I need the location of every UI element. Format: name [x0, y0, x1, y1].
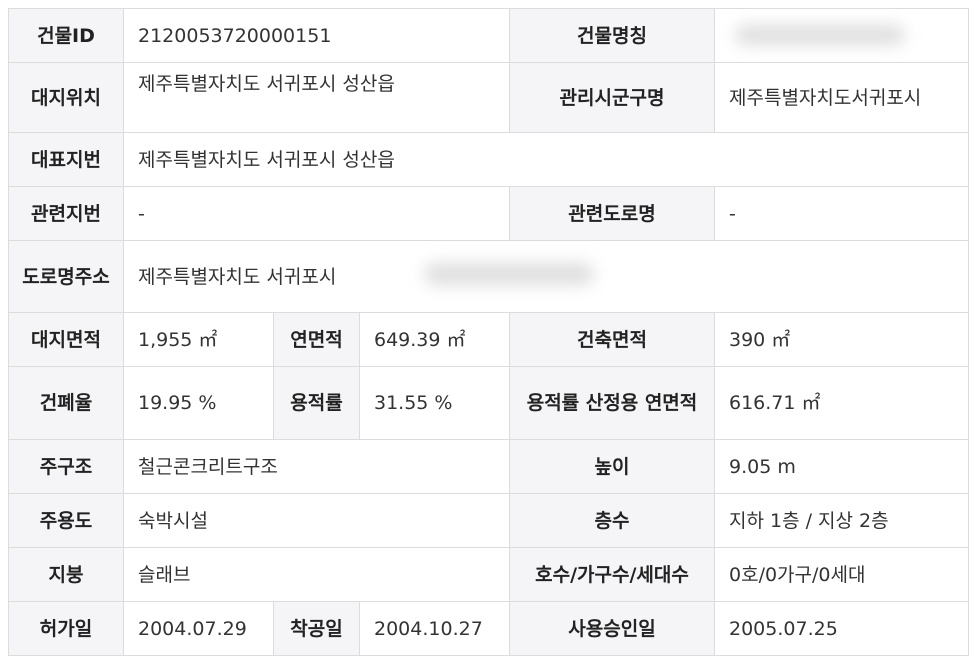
- far-floor-area-value: 616.71 ㎡: [714, 366, 969, 440]
- table-row: 지붕 슬래브 호수/가구수/세대수 0호/0가구/0세대: [8, 547, 969, 602]
- table-row: 관련지번 - 관련도로명 -: [8, 186, 969, 241]
- main-lot-label: 대표지번: [8, 132, 124, 187]
- units-value: 0호/0가구/0세대: [714, 547, 969, 602]
- floor-area-ratio-label: 용적률: [273, 366, 360, 440]
- floor-area-ratio-value: 31.55 %: [359, 366, 510, 440]
- table-row: 도로명주소 제주특별자치도 서귀포시: [8, 240, 969, 313]
- roof-value: 슬래브: [123, 547, 510, 602]
- construction-start-value: 2004.10.27: [359, 601, 510, 656]
- building-info-panel: 건물ID 2120053720000151 건물명칭 대지위치 제주특별자치도 …: [8, 8, 969, 656]
- building-area-value: 390 ㎡: [714, 312, 969, 367]
- redacted-blur: [424, 263, 594, 285]
- building-info-table: 건물ID 2120053720000151 건물명칭 대지위치 제주특별자치도 …: [8, 8, 969, 656]
- permit-date-label: 허가일: [8, 601, 124, 656]
- building-id-label: 건물ID: [8, 8, 124, 63]
- table-row: 허가일 2004.07.29 착공일 2004.10.27 사용승인일 2005…: [8, 601, 969, 656]
- main-use-label: 주용도: [8, 493, 124, 548]
- road-address-label: 도로명주소: [8, 240, 124, 313]
- total-floor-area-label: 연면적: [273, 312, 360, 367]
- construction-start-label: 착공일: [273, 601, 360, 656]
- site-location-label: 대지위치: [8, 62, 124, 133]
- coverage-ratio-label: 건폐율: [8, 366, 124, 440]
- building-area-label: 건축면적: [509, 312, 715, 367]
- main-use-value: 숙박시설: [123, 493, 510, 548]
- table-row: 대지위치 제주특별자치도 서귀포시 성산읍 관리시군구명 제주특별자치도서귀포시: [8, 62, 969, 133]
- height-value: 9.05 m: [714, 439, 969, 494]
- floors-value: 지하 1층 / 지상 2층: [714, 493, 969, 548]
- building-id-value: 2120053720000151: [123, 8, 510, 63]
- units-label: 호수/가구수/세대수: [509, 547, 715, 602]
- far-floor-area-label: 용적률 산정용 연면적: [509, 366, 715, 440]
- table-row: 건폐율 19.95 % 용적률 31.55 % 용적률 산정용 연면적 616.…: [8, 366, 969, 440]
- main-structure-label: 주구조: [8, 439, 124, 494]
- admin-district-value: 제주특별자치도서귀포시: [714, 62, 969, 133]
- roof-label: 지붕: [8, 547, 124, 602]
- main-lot-value: 제주특별자치도 서귀포시 성산읍: [123, 132, 969, 187]
- main-structure-value: 철근콘크리트구조: [123, 439, 510, 494]
- floors-label: 층수: [509, 493, 715, 548]
- table-row: 주구조 철근콘크리트구조 높이 9.05 m: [8, 439, 969, 494]
- total-floor-area-value: 649.39 ㎡: [359, 312, 510, 367]
- table-row: 주용도 숙박시설 층수 지하 1층 / 지상 2층: [8, 493, 969, 548]
- road-address-text: 제주특별자치도 서귀포시: [138, 265, 337, 288]
- related-lot-label: 관련지번: [8, 186, 124, 241]
- permit-date-value: 2004.07.29: [123, 601, 274, 656]
- building-name-value: [714, 8, 969, 63]
- related-lot-value: -: [123, 186, 510, 241]
- related-road-value: -: [714, 186, 969, 241]
- site-area-label: 대지면적: [8, 312, 124, 367]
- table-row: 건물ID 2120053720000151 건물명칭: [8, 8, 969, 63]
- redacted-blur: [735, 25, 905, 45]
- approval-date-value: 2005.07.25: [714, 601, 969, 656]
- related-road-label: 관련도로명: [509, 186, 715, 241]
- coverage-ratio-value: 19.95 %: [123, 366, 274, 440]
- building-name-label: 건물명칭: [509, 8, 715, 63]
- site-area-value: 1,955 ㎡: [123, 312, 274, 367]
- height-label: 높이: [509, 439, 715, 494]
- approval-date-label: 사용승인일: [509, 601, 715, 656]
- table-row: 대지면적 1,955 ㎡ 연면적 649.39 ㎡ 건축면적 390 ㎡: [8, 312, 969, 367]
- site-location-value: 제주특별자치도 서귀포시 성산읍: [123, 62, 510, 133]
- road-address-value: 제주특별자치도 서귀포시: [123, 240, 969, 313]
- admin-district-label: 관리시군구명: [509, 62, 715, 133]
- table-row: 대표지번 제주특별자치도 서귀포시 성산읍: [8, 132, 969, 187]
